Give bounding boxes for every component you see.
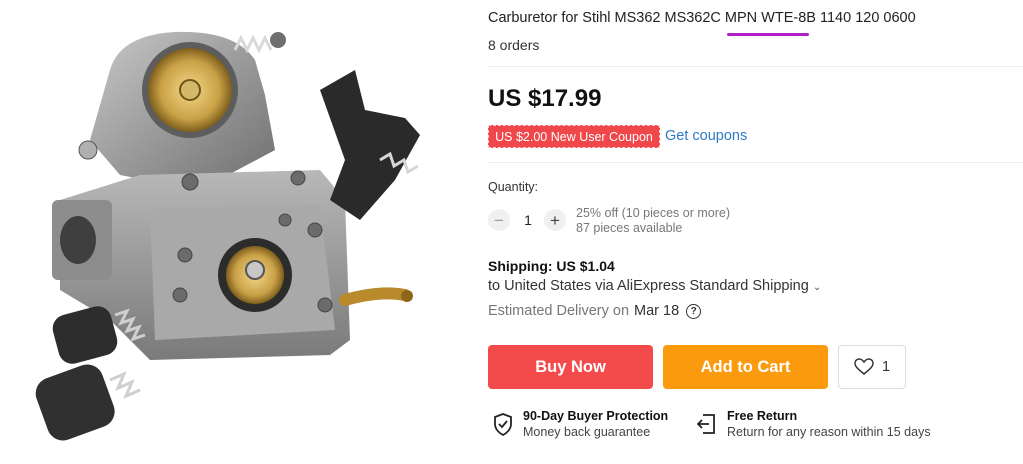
divider — [488, 66, 1023, 67]
free-return-title: Free Return — [727, 409, 798, 423]
new-user-coupon-badge[interactable]: US $2.00 New User Coupon — [488, 125, 660, 148]
question-circle-icon[interactable]: ? — [686, 303, 702, 319]
order-count: 8 orders — [488, 37, 540, 53]
quantity-decrease-button[interactable]: − — [488, 209, 510, 231]
buyer-protection-title: 90-Day Buyer Protection — [523, 409, 669, 423]
quantity-input[interactable]: 1 — [519, 212, 537, 228]
get-coupons-link[interactable]: Get coupons — [665, 128, 747, 144]
carburetor-image — [35, 31, 420, 441]
product-image[interactable] — [0, 0, 470, 464]
free-return-subtitle: Return for any reason within 15 days — [727, 425, 931, 439]
mpn-highlight-underline — [727, 33, 809, 36]
bulk-discount-text: 25% off (10 pieces or more) — [576, 206, 731, 220]
wishlist-count: 1 — [881, 359, 891, 375]
shipping-method-selector[interactable]: to United States via AliExpress Standard… — [488, 278, 821, 294]
quantity-increase-button[interactable]: + — [544, 209, 566, 231]
chevron-down-icon: ⌄ — [812, 282, 822, 293]
quantity-label: Quantity: — [488, 180, 539, 194]
stock-available-text: 87 pieces available — [576, 221, 683, 235]
estimated-delivery: Estimated Delivery on Mar 18 ? — [488, 303, 702, 319]
return-arrow-icon — [696, 414, 715, 434]
add-to-cart-button[interactable]: Add to Cart — [663, 345, 828, 389]
delivery-label: Estimated Delivery on — [488, 303, 630, 319]
product-title: Carburetor for Stihl MS362 MS362C MPN WT… — [488, 10, 916, 26]
divider — [488, 162, 1023, 163]
shipping-method-text: to United States via AliExpress Standard… — [488, 278, 809, 294]
buyer-protection-subtitle: Money back guarantee — [523, 425, 651, 439]
shipping-price: Shipping: US $1.04 — [488, 258, 615, 274]
buy-now-button[interactable]: Buy Now — [488, 345, 653, 389]
delivery-date: Mar 18 — [634, 303, 680, 319]
heart-icon — [854, 358, 874, 375]
shield-check-icon — [494, 413, 512, 437]
product-info-panel: Carburetor for Stihl MS362 MS362C MPN WT… — [488, 0, 1023, 464]
wishlist-button[interactable]: 1 — [838, 345, 906, 389]
current-price: US $17.99 — [488, 85, 602, 112]
